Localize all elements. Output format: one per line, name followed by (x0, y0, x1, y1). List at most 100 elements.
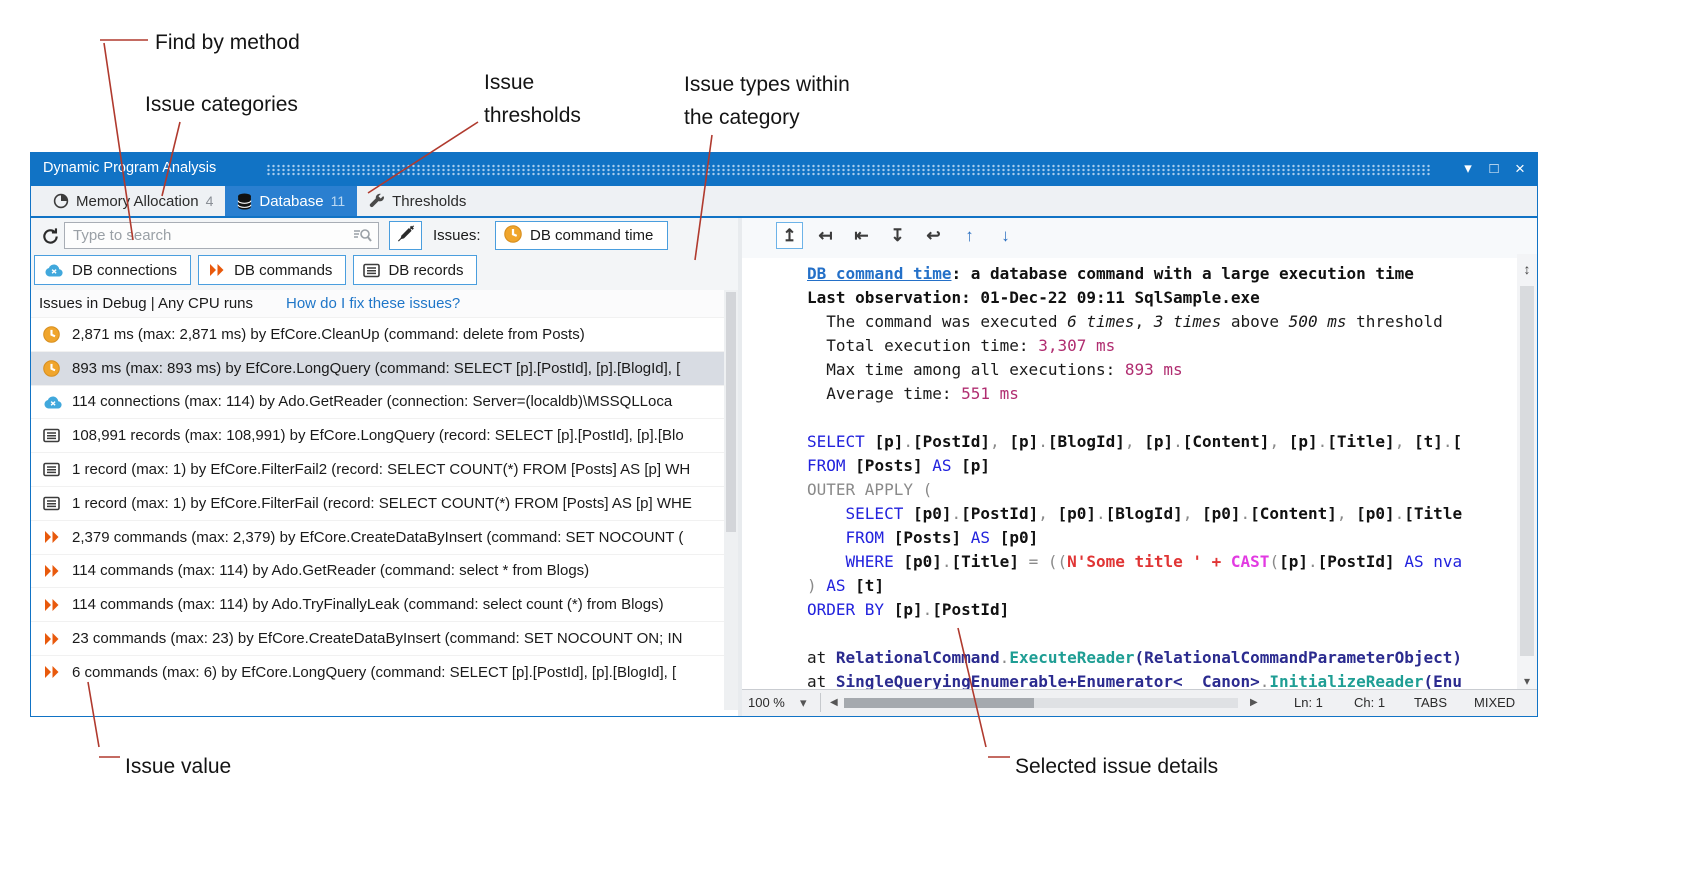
navigate-top-frame-icon[interactable]: ↥ (776, 222, 803, 249)
annotation-issue-types: Issue types within the category (684, 68, 850, 134)
previous-frame-icon[interactable]: ↤ (812, 222, 839, 249)
issue-row-text: 893 ms (max: 893 ms) by EfCore.LongQuery… (72, 360, 680, 377)
issue-row[interactable]: 114 connections (max: 114) by Ado.GetRea… (31, 385, 724, 419)
records-icon (43, 462, 63, 477)
issue-row[interactable]: 114 commands (max: 114) by Ado.GetReader… (31, 554, 724, 588)
chip-db-connections[interactable]: DB connections (34, 255, 191, 285)
issue-row[interactable]: 893 ms (max: 893 ms) by EfCore.LongQuery… (31, 351, 724, 385)
issues-scrollbar[interactable] (724, 290, 738, 710)
tabs-indicator[interactable]: TABS (1414, 695, 1447, 710)
chevrons-icon (43, 632, 63, 646)
details-scrollbar[interactable]: ↕ ▾ (1517, 254, 1537, 690)
annotation-issue-categories: Issue categories (145, 88, 298, 121)
window-menu-icon[interactable]: ▾ (1455, 153, 1481, 186)
clock-icon (504, 225, 522, 247)
status-bar: 100 % ▾ ◀ ▶ Ln: 1 Ch: 1 TABS MIXED (742, 689, 1537, 716)
chevrons-icon (43, 598, 63, 612)
encoding-indicator[interactable]: MIXED (1474, 695, 1515, 710)
tab-thresholds[interactable]: Thresholds (357, 186, 478, 216)
details-line: OUTER APPLY ( (807, 478, 1511, 502)
return-frame-icon[interactable]: ↩ (920, 222, 947, 249)
chip-label: DB records (388, 262, 463, 279)
help-link[interactable]: How do I fix these issues? (286, 295, 460, 312)
maximize-icon[interactable]: □ (1481, 153, 1507, 186)
chevrons-icon (43, 564, 63, 578)
tab-label: Memory Allocation (76, 193, 199, 210)
issue-row-text: 114 commands (max: 114) by Ado.TryFinall… (72, 596, 664, 613)
issues-label: Issues: (433, 227, 481, 244)
details-line (807, 622, 1511, 646)
annotation-find-by-method: Find by method (155, 26, 300, 59)
zoom-level[interactable]: 100 % (748, 695, 785, 710)
records-icon (363, 263, 380, 278)
chip-db-commands[interactable]: DB commands (198, 255, 346, 285)
issue-row-text: 114 connections (max: 114) by Ado.GetRea… (72, 393, 672, 410)
category-chips-row: DB connections DB commands DB records (31, 254, 741, 290)
tab-database[interactable]: Database11 (225, 186, 357, 216)
chevrons-icon (208, 263, 226, 277)
issues-list-header: Issues in Debug | Any CPU runs How do I … (31, 290, 724, 317)
details-line: FROM [Posts] AS [p0] (807, 526, 1511, 550)
chevrons-icon (43, 530, 63, 544)
wrench-icon (369, 193, 385, 209)
annotation-issue-thresholds: Issue thresholds (484, 66, 581, 132)
issue-row-text: 6 commands (max: 6) by EfCore.LongQuery … (72, 664, 676, 681)
splitter-handle-icon[interactable]: ↕ (1517, 256, 1537, 282)
issue-row[interactable]: 6 commands (max: 6) by EfCore.LongQuery … (31, 655, 724, 689)
details-line: ORDER BY [p].[PostId] (807, 598, 1511, 622)
issue-type-link[interactable]: DB command time (807, 264, 952, 283)
details-line: SELECT [p].[PostId], [p].[BlogId], [p].[… (807, 430, 1511, 454)
scroll-left-icon[interactable]: ◀ (830, 697, 838, 708)
details-line: Total execution time: 3,307 ms (807, 334, 1511, 358)
issue-row-text: 1 record (max: 1) by EfCore.FilterFail2 … (72, 461, 690, 478)
issue-row-text: 1 record (max: 1) by EfCore.FilterFail (… (72, 495, 692, 512)
zoom-dropdown-icon[interactable]: ▾ (800, 695, 807, 711)
details-scrollbar-thumb[interactable] (1520, 286, 1534, 656)
details-line: ) AS [t] (807, 574, 1511, 598)
issue-row[interactable]: 2,379 commands (max: 2,379) by EfCore.Cr… (31, 520, 724, 554)
close-icon[interactable]: × (1507, 153, 1533, 186)
chip-db-records[interactable]: DB records (353, 255, 477, 285)
issue-details-panel: ↥ ↤ ⇤ ↧ ↩ ↑ ↓ DB command time: a database comm… (742, 218, 1537, 716)
issues-scrollbar-thumb[interactable] (726, 292, 736, 532)
window-title: Dynamic Program Analysis (43, 160, 216, 176)
highlighting-toggle-button[interactable] (389, 221, 422, 250)
details-toolbar: ↥ ↤ ⇤ ↧ ↩ ↑ ↓ (742, 218, 1537, 258)
issue-row-text: 114 commands (max: 114) by Ado.GetReader… (72, 562, 589, 579)
issue-type-filter-chip[interactable]: DB command time (495, 221, 668, 250)
issue-row[interactable]: 108,991 records (max: 108,991) by EfCore… (31, 418, 724, 452)
tab-count-badge: 11 (331, 193, 346, 209)
move-up-icon[interactable]: ↑ (956, 222, 983, 249)
issue-details-text: DB command time: a database command with… (742, 254, 1511, 690)
refresh-icon[interactable] (39, 225, 61, 247)
move-down-icon[interactable]: ↓ (992, 222, 1019, 249)
database-icon (237, 193, 252, 210)
next-frame-icon[interactable]: ↧ (884, 222, 911, 249)
scroll-right-icon[interactable]: ▶ (1250, 697, 1258, 708)
issue-row[interactable]: 2,871 ms (max: 2,871 ms) by EfCore.Clean… (31, 317, 724, 351)
tab-label: Thresholds (392, 193, 466, 210)
clock-icon (43, 360, 63, 377)
details-line (807, 406, 1511, 430)
issue-row[interactable]: 23 commands (max: 23) by EfCore.CreateDa… (31, 621, 724, 655)
previous-frame-alt-icon[interactable]: ⇤ (848, 222, 875, 249)
search-input[interactable] (64, 222, 379, 249)
chevrons-icon (43, 665, 63, 679)
run-scope-label: Issues in Debug | Any CPU runs (39, 295, 253, 312)
issue-row[interactable]: 1 record (max: 1) by EfCore.FilterFail2 … (31, 452, 724, 486)
scroll-down-icon[interactable]: ▾ (1517, 674, 1537, 688)
horizontal-scrollbar-thumb[interactable] (844, 698, 1034, 708)
issues-toolbar: Issues: DB command time (31, 218, 738, 254)
issue-row[interactable]: 114 commands (max: 114) by Ado.TryFinall… (31, 587, 724, 621)
horizontal-scrollbar[interactable] (844, 698, 1238, 708)
issue-row-text: 2,379 commands (max: 2,379) by EfCore.Cr… (72, 529, 683, 546)
details-line: SELECT [p0].[PostId], [p0].[BlogId], [p0… (807, 502, 1511, 526)
issue-row-text: 23 commands (max: 23) by EfCore.CreateDa… (72, 630, 682, 647)
pie-icon (53, 193, 69, 209)
chip-label: DB connections (72, 262, 177, 279)
title-bar[interactable]: Dynamic Program Analysis ▾ □ × (31, 153, 1537, 186)
issue-row[interactable]: 1 record (max: 1) by EfCore.FilterFail (… (31, 486, 724, 520)
records-icon (43, 428, 63, 443)
cloud-icon (44, 263, 64, 277)
tab-memory-allocation[interactable]: Memory Allocation4 (41, 186, 225, 216)
